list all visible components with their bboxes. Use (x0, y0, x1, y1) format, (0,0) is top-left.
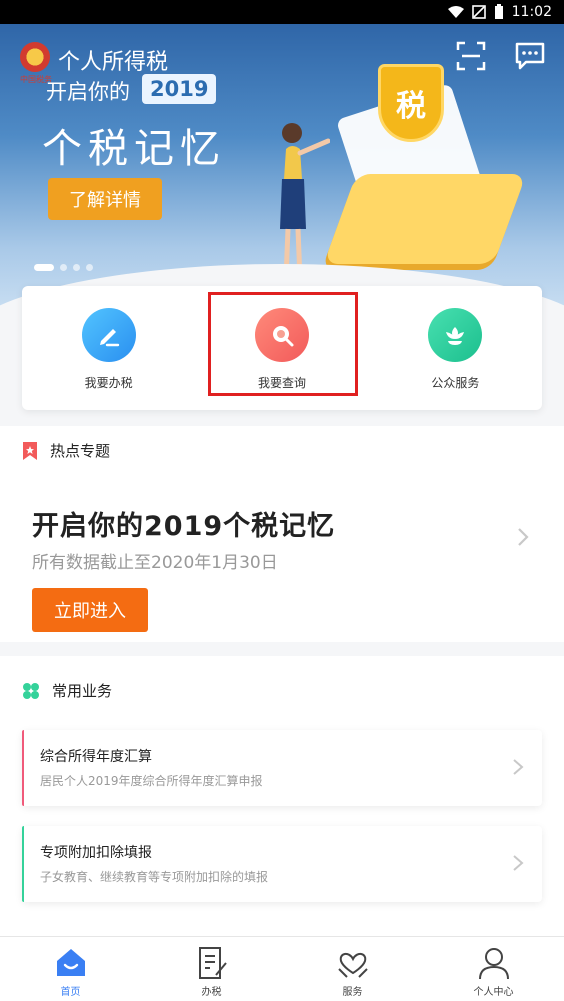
tab-home[interactable]: 首页 (0, 937, 141, 1001)
query-icon-circle (254, 308, 309, 362)
pen-icon (99, 329, 119, 347)
tab-label: 个人中心 (473, 987, 514, 998)
tab-service[interactable]: 服务 (282, 937, 423, 1001)
bookmark-star-icon (23, 441, 37, 460)
app-screen: 11:02 中国税务 个人所得税 开启你的 2019 个税记忆 了解详情 税 我… (0, 0, 564, 1001)
tab-label: 办税 (201, 987, 222, 998)
card-accent-bar (22, 826, 24, 902)
banner-year-badge: 2019 (142, 74, 217, 104)
quick-action-query[interactable]: 我要查询 (195, 286, 368, 410)
heart-hands-icon (337, 953, 368, 978)
quick-action-label: 我要查询 (257, 376, 306, 390)
service-title: 综合所得年度汇算 (40, 749, 152, 765)
user-icon (478, 948, 509, 980)
tax-filing-icon-circle (81, 308, 136, 362)
woman-illustration (276, 123, 330, 288)
quick-action-label: 公众服务 (431, 376, 480, 390)
quick-action-public-service[interactable]: 公众服务 (369, 286, 542, 410)
banner-subtitle: 开启你的 (46, 80, 130, 104)
quick-actions-card: 我要办税 我要查询 公众服务 (22, 286, 542, 410)
tab-profile[interactable]: 个人中心 (423, 937, 564, 1001)
banner-headline: 个税记忆 (42, 126, 226, 172)
tab-label: 服务 (342, 987, 363, 998)
learn-more-button[interactable]: 了解详情 (48, 178, 162, 220)
tab-label: 首页 (60, 987, 81, 998)
status-time: 11:02 (511, 4, 552, 20)
tab-tax[interactable]: 办税 (141, 937, 282, 1001)
carousel-dot[interactable] (60, 264, 67, 271)
public-service-icon-circle (428, 308, 483, 362)
bottom-tab-bar: 首页 办税 服务 个人中心 (0, 936, 564, 1001)
carousel-dot[interactable] (73, 264, 80, 271)
section-title: 热点专题 (50, 442, 111, 460)
wifi-icon (447, 6, 464, 18)
section-title: 常用业务 (52, 682, 113, 700)
home-icon (56, 949, 85, 976)
hot-topic-header: 热点专题 (22, 440, 110, 461)
tax-shield-icon: 税 (378, 64, 444, 142)
tax-emblem-icon (20, 42, 50, 72)
hot-topic-section: 热点专题 开启你的2019个税记忆 所有数据截止至2020年1月30日 立即进入 (0, 426, 564, 642)
message-icon[interactable] (514, 40, 546, 72)
chevron-right-icon[interactable] (512, 526, 534, 548)
hot-topic-subtitle: 所有数据截止至2020年1月30日 (32, 553, 278, 573)
signal-icon (471, 5, 486, 19)
battery-icon (494, 4, 503, 19)
service-description: 居民个人2019年度综合所得年度汇算申报 (40, 774, 263, 788)
flower-icon (446, 327, 465, 345)
app-title: 个人所得税 (58, 50, 169, 75)
quick-action-tax-filing[interactable]: 我要办税 (22, 286, 195, 410)
service-card-special-deduction[interactable]: 专项附加扣除填报 子女教育、继续教育等专项附加扣除的填报 (22, 826, 542, 902)
enter-now-button[interactable]: 立即进入 (32, 588, 148, 632)
clover-icon (23, 682, 39, 699)
service-card-annual-settlement[interactable]: 综合所得年度汇算 居民个人2019年度综合所得年度汇算申报 (22, 730, 542, 806)
carousel-dot[interactable] (86, 264, 93, 271)
common-services-header: 常用业务 (22, 680, 112, 701)
card-accent-bar (22, 730, 24, 806)
search-icon (272, 326, 294, 347)
carousel-dot[interactable] (34, 264, 54, 271)
chevron-right-icon (513, 759, 524, 775)
scan-icon[interactable] (455, 40, 487, 72)
chevron-right-icon (513, 855, 524, 871)
document-icon (198, 947, 227, 979)
quick-action-label: 我要办税 (84, 376, 133, 390)
service-description: 子女教育、继续教育等专项附加扣除的填报 (40, 870, 269, 884)
phone-illustration (323, 174, 527, 264)
status-bar: 11:02 (0, 0, 564, 24)
carousel-indicator[interactable] (34, 264, 93, 271)
hot-topic-title[interactable]: 开启你的2019个税记忆 (32, 504, 335, 543)
common-services-section: 常用业务 综合所得年度汇算 居民个人2019年度综合所得年度汇算申报 专项附加扣… (0, 656, 564, 936)
service-title: 专项附加扣除填报 (40, 845, 152, 861)
